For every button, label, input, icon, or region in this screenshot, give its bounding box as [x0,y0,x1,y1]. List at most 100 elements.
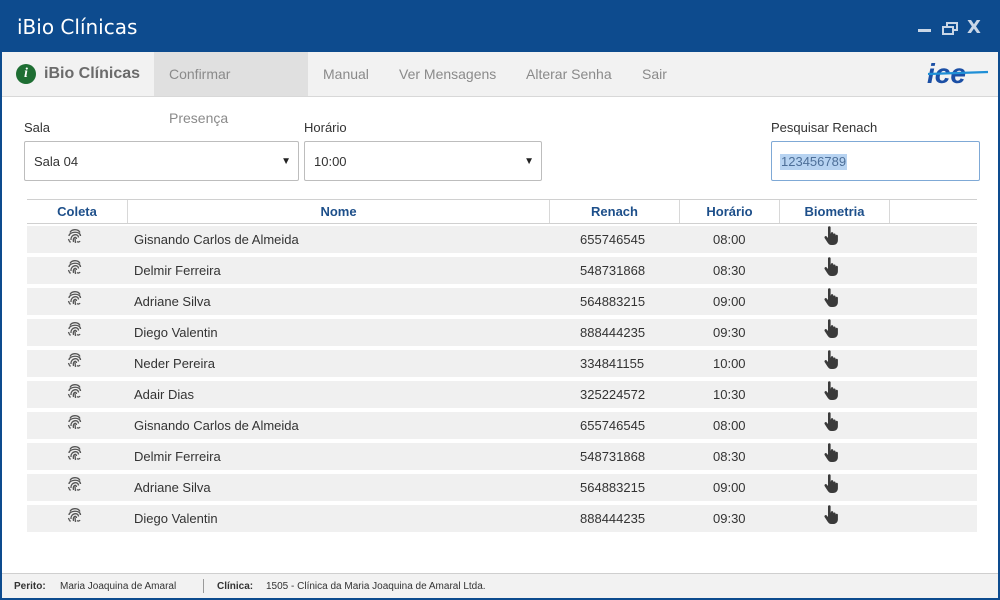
horario-select[interactable]: 10:00 ▼ [304,141,542,181]
coleta-cell [65,443,89,470]
fingerprint-icon[interactable] [65,319,85,348]
search-label: Pesquisar Renach [771,120,878,135]
hand-pointer-icon[interactable] [823,288,840,317]
table-row[interactable]: Neder Pereira 334841155 10:00 [27,350,977,377]
fingerprint-icon[interactable] [65,443,85,472]
nome-cell: Adriane Silva [134,294,211,309]
nome-cell: Adair Dias [134,387,194,402]
fingerprint-icon[interactable] [65,350,85,379]
renach-cell: 655746545 [580,232,646,247]
restore-icon[interactable] [942,22,958,35]
nome-cell: Delmir Ferreira [134,449,221,464]
fingerprint-icon[interactable] [65,474,85,503]
status-divider [203,579,204,593]
table-row[interactable]: Adair Dias 325224572 10:30 [27,381,977,408]
horario-cell: 09:00 [713,480,746,495]
coleta-cell [65,381,89,408]
nome-cell: Gisnando Carlos de Almeida [134,232,299,247]
table-row[interactable]: Adriane Silva 564883215 09:00 [27,474,977,501]
biometria-cell [823,226,841,253]
horario-cell: 10:00 [713,356,746,371]
table-row[interactable]: Diego Valentin 888444235 09:30 [27,319,977,346]
hand-pointer-icon[interactable] [823,257,840,286]
biometria-cell [823,443,841,470]
table-row[interactable]: Gisnando Carlos de Almeida 655746545 08:00 [27,226,977,253]
nome-cell: Delmir Ferreira [134,263,221,278]
coleta-cell [65,288,89,315]
coleta-cell [65,257,89,284]
brand-name: iBio Clínicas [44,65,141,82]
sala-value: Sala 04 [34,154,79,169]
nome-cell: Adriane Silva [134,480,211,495]
clinica-label: Clínica: [217,581,254,592]
renach-cell: 888444235 [580,511,646,526]
renach-cell: 325224572 [580,387,646,402]
coleta-cell [65,412,89,439]
fingerprint-icon[interactable] [65,288,85,317]
fingerprint-icon[interactable] [65,412,85,441]
column-header-horario[interactable]: Horário [680,200,780,223]
fingerprint-icon[interactable] [65,505,85,534]
presence-table: Coleta Nome Renach Horário Biometria Gis… [27,199,977,532]
nome-cell: Diego Valentin [134,511,218,526]
renach-cell: 334841155 [580,356,645,371]
column-header-nome[interactable]: Nome [128,200,550,223]
menu-bar: i iBio Clínicas Confirmar Presença Manua… [2,52,998,126]
hand-pointer-icon[interactable] [823,443,840,472]
dropdown-arrow-icon: ▼ [281,156,291,167]
table-row[interactable]: Delmir Ferreira 548731868 08:30 [27,443,977,470]
renach-search-input[interactable]: 123456789 [771,141,980,181]
menu-item-alterar-senha[interactable]: Alterar Senha [511,52,627,96]
fingerprint-icon[interactable] [65,257,85,286]
column-header-biometria[interactable]: Biometria [780,200,890,223]
perito-label: Perito: [14,581,46,592]
renach-cell: 564883215 [580,294,646,309]
menu-item-sair[interactable]: Sair [627,52,682,96]
fingerprint-icon[interactable] [65,381,85,410]
brand: i iBio Clínicas [16,52,140,96]
renach-cell: 564883215 [580,480,646,495]
renach-cell: 888444235 [580,325,646,340]
sala-select[interactable]: Sala 04 ▼ [24,141,299,181]
close-icon[interactable]: X [967,17,981,38]
hand-pointer-icon[interactable] [823,226,840,255]
horario-cell: 08:30 [713,263,746,278]
column-header-coleta[interactable]: Coleta [27,200,128,223]
hand-pointer-icon[interactable] [823,412,840,441]
biometria-cell [823,505,841,532]
renach-cell: 548731868 [580,449,646,464]
menu-item-manual[interactable]: Manual [308,52,384,96]
nome-cell: Diego Valentin [134,325,218,340]
hand-pointer-icon[interactable] [823,319,840,348]
table-row[interactable]: Diego Valentin 888444235 09:30 [27,505,977,532]
table-row[interactable]: Gisnando Carlos de Almeida 655746545 08:00 [27,412,977,439]
title-bar: iBio Clínicas X [0,0,1000,52]
horario-label: Horário [304,120,347,135]
menu-item-confirmar-presenca[interactable]: Confirmar Presença [154,52,308,126]
minimize-icon[interactable] [918,29,931,32]
menu-item-ver-mensagens[interactable]: Ver Mensagens [384,52,511,96]
horario-cell: 08:00 [713,232,746,247]
coleta-cell [65,226,89,253]
renach-cell: 548731868 [580,263,646,278]
status-bar: Perito: Maria Joaquina de Amaral Clínica… [2,573,998,598]
horario-cell: 09:30 [713,511,746,526]
coleta-cell [65,505,89,532]
hand-pointer-icon[interactable] [823,381,840,410]
perito-value: Maria Joaquina de Amaral [60,581,177,592]
horario-value: 10:00 [314,154,347,169]
hand-pointer-icon[interactable] [823,505,840,534]
horario-cell: 08:00 [713,418,746,433]
table-row[interactable]: Delmir Ferreira 548731868 08:30 [27,257,977,284]
horario-cell: 10:30 [713,387,746,402]
search-value: 123456789 [780,154,848,170]
coleta-cell [65,319,89,346]
fingerprint-icon[interactable] [65,226,85,255]
column-header-renach[interactable]: Renach [550,200,680,223]
hand-pointer-icon[interactable] [823,474,840,503]
coleta-cell [65,350,89,377]
hand-pointer-icon[interactable] [823,350,840,379]
table-row[interactable]: Adriane Silva 564883215 09:00 [27,288,977,315]
app-window: iBio Clínicas X i iBio Clínicas Confirma… [0,0,1000,600]
nome-cell: Gisnando Carlos de Almeida [134,418,299,433]
